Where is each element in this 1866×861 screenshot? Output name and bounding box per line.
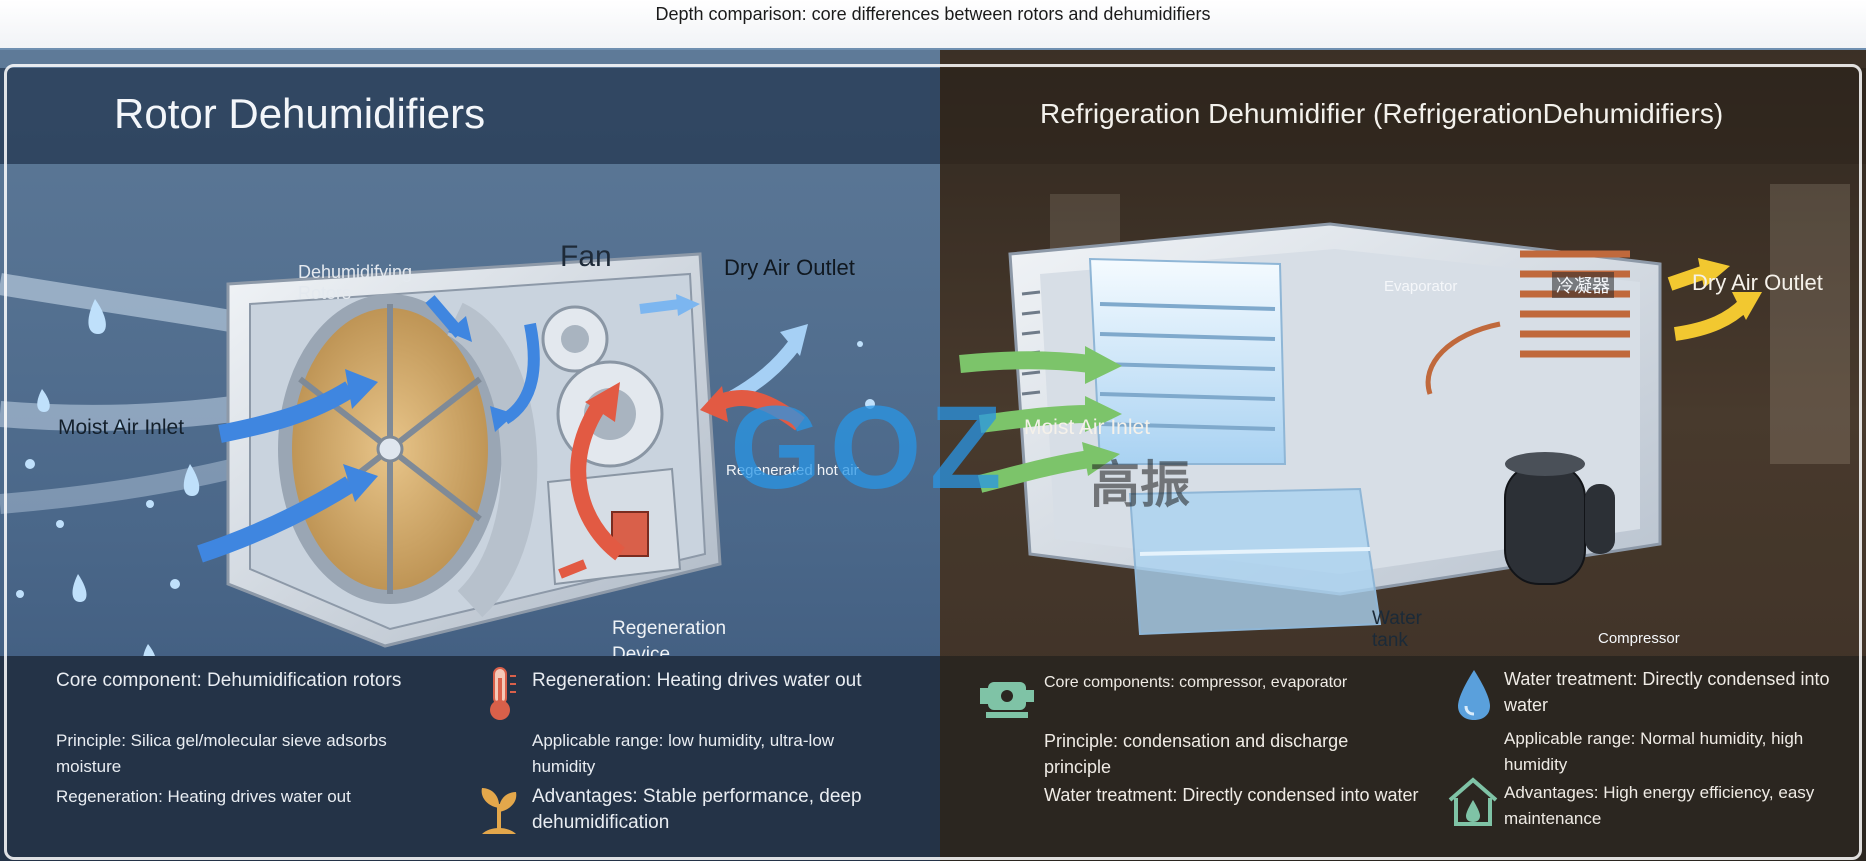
refrigeration-title: Refrigeration Dehumidifier (Refrigeratio… bbox=[1040, 98, 1724, 129]
refrig-core-components: Core components: compressor, evaporator bbox=[1044, 674, 1348, 691]
rotor-applicable-range: Applicable range: low humidity, ultra-lo… bbox=[532, 731, 835, 776]
rotor-title: Rotor Dehumidifiers bbox=[114, 90, 486, 137]
rotor-core-component: Core component: Dehumidification rotors bbox=[56, 670, 402, 691]
rotor-regeneration-2: Regeneration: Heating drives water out bbox=[532, 670, 862, 691]
rotor-regeneration: Regeneration: Heating drives water out bbox=[56, 787, 351, 806]
refrig-applicable-range: Applicable range: Normal humidity, high … bbox=[1504, 729, 1804, 774]
left-moist-inlet-label: Moist Air Inlet bbox=[58, 416, 185, 439]
rotor-advantages: Advantages: Stable performance, deep deh… bbox=[532, 786, 862, 833]
refrigeration-summary: Core components: compressor, evaporator … bbox=[940, 656, 1866, 861]
refrig-principle: Principle: condensation and discharge pr… bbox=[1044, 731, 1349, 777]
refrigeration-panel: Refrigeration Dehumidifier (Refrigeratio… bbox=[940, 50, 1866, 861]
rotor-principle: Principle: Silica gel/molecular sieve ad… bbox=[56, 731, 387, 776]
compressor-icon bbox=[980, 682, 1034, 718]
refrig-water-treatment-2: Water treatment: Directly condensed into… bbox=[1504, 669, 1830, 715]
refrig-advantages: Advantages: High energy efficiency, easy… bbox=[1504, 783, 1815, 828]
fan-label: Fan bbox=[560, 240, 612, 273]
thermometer-icon bbox=[490, 667, 516, 720]
condenser-label: 冷凝器 bbox=[1552, 272, 1614, 298]
water-tank-label: Water tank bbox=[1372, 608, 1422, 651]
rotor-summary: Core component: Dehumidification rotors … bbox=[0, 656, 940, 861]
water-drop-icon bbox=[1458, 670, 1490, 720]
left-dry-outlet-label: Dry Air Outlet bbox=[724, 255, 855, 280]
rotor-label: Dehumidifying Rotors bbox=[298, 262, 413, 303]
rotor-header: Rotor Dehumidifiers bbox=[0, 68, 940, 164]
goz-watermark: GOZ bbox=[730, 382, 1010, 514]
right-moist-inlet-label: Moist Air Inlet bbox=[1024, 416, 1151, 439]
top-bar: Depth comparison: core differences betwe… bbox=[0, 0, 1866, 51]
house-drop-icon bbox=[1448, 777, 1498, 826]
compressor-label: Compressor bbox=[1598, 630, 1680, 647]
refrigeration-header: Refrigeration Dehumidifier (Refrigeratio… bbox=[940, 68, 1866, 164]
cn-watermark: 高振 bbox=[1090, 457, 1190, 513]
page-title: Depth comparison: core differences betwe… bbox=[655, 4, 1211, 24]
right-dry-outlet-label: Dry Air Outlet bbox=[1692, 270, 1823, 295]
evaporator-label: Evaporator bbox=[1384, 278, 1458, 295]
refrigeration-diagram bbox=[940, 164, 1866, 656]
comparison-frame: Rotor Dehumidifiers Dehumidifying Rotors… bbox=[0, 50, 1866, 861]
sprout-icon bbox=[481, 788, 517, 834]
refrig-water-treatment: Water treatment: Directly condensed into… bbox=[1044, 785, 1419, 805]
